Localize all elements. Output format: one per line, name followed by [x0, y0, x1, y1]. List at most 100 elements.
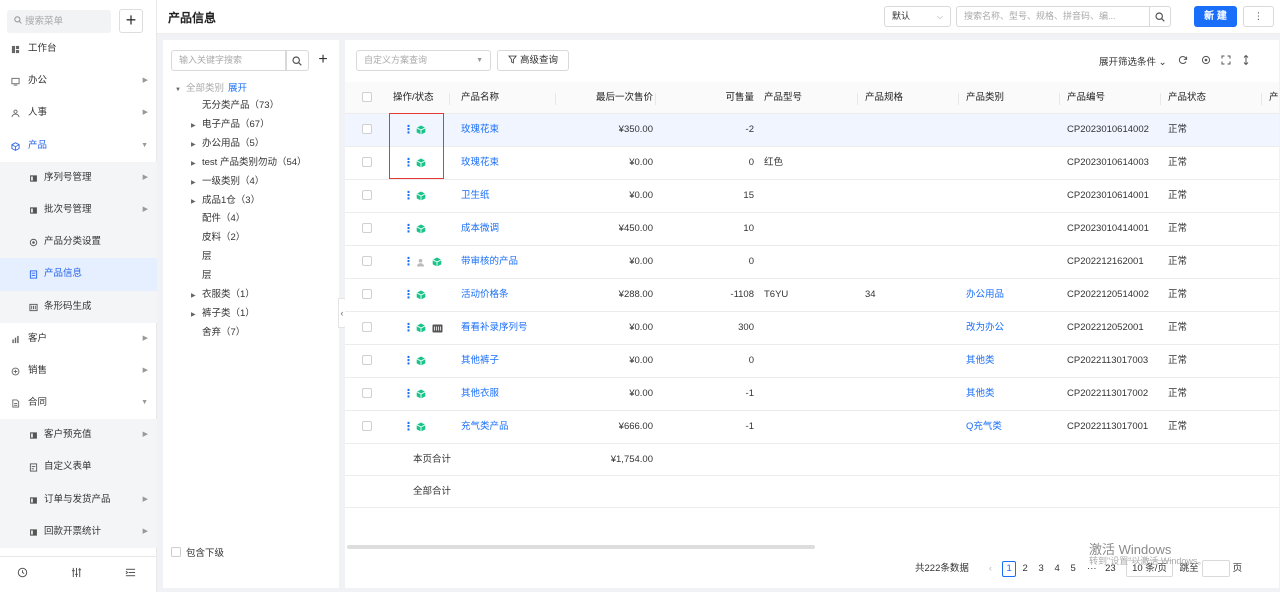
product-status-cube-icon[interactable]: [416, 125, 426, 135]
category-tree-root[interactable]: ▼ 全部类别 展开: [175, 80, 247, 98]
table-row[interactable]: ⋮ 成本微调 ¥450.00 10 CP2023010414001 正常: [345, 213, 1279, 246]
row-actions-menu-icon[interactable]: ⋮: [403, 180, 414, 212]
category-node[interactable]: 层: [191, 248, 212, 266]
page-button[interactable]: 2: [1018, 560, 1032, 578]
column-header[interactable]: 产品型号: [764, 82, 802, 113]
page-button[interactable]: 1: [1002, 561, 1017, 578]
column-divider[interactable]: [555, 93, 556, 105]
sidebar-item-5[interactable]: 批次号管理 ▶: [0, 193, 157, 227]
column-divider[interactable]: [655, 93, 656, 105]
table-row[interactable]: ⋮ 其他裤子 ¥0.00 0 其他类 CP2022113017003 正常: [345, 345, 1279, 378]
product-category-link[interactable]: Q充气类: [966, 411, 1002, 443]
column-divider[interactable]: [1059, 93, 1060, 105]
product-name-link[interactable]: 带审核的产品: [461, 246, 518, 278]
row-checkbox[interactable]: [362, 279, 372, 311]
category-node[interactable]: ▶ 电子产品（67）: [191, 116, 270, 134]
checkbox-box[interactable]: [362, 421, 372, 432]
sort-select[interactable]: 默认 ⌵: [884, 6, 951, 27]
product-status-cube-icon[interactable]: [416, 422, 426, 432]
sidebar-item-14[interactable]: 订单与发货产品 ▶: [0, 483, 157, 516]
fullscreen-icon[interactable]: [1221, 55, 1231, 65]
column-divider[interactable]: [449, 93, 450, 105]
table-row[interactable]: ⋮ 充气类产品 ¥666.00 -1 Q充气类 CP2022113017001 正常: [345, 411, 1279, 444]
sidebar-item-3[interactable]: 产品 ▼: [0, 130, 157, 162]
table-row[interactable]: ⋮ 活动价格条 ¥288.00 -1108 T6YU 34 办公用品 CP2022120514…: [345, 279, 1279, 312]
page-button[interactable]: 4: [1050, 560, 1064, 578]
sidebar-item-12[interactable]: 客户预充值 ▶: [0, 419, 157, 452]
category-node[interactable]: 层: [191, 267, 212, 285]
category-search-button[interactable]: [285, 50, 309, 71]
table-row[interactable]: ⋮ 看看补录序列号 ¥0.00 300 改为办公 CP202212052001 正常: [345, 312, 1279, 345]
more-actions-button[interactable]: ⋮: [1243, 6, 1274, 27]
page-button[interactable]: 5: [1066, 560, 1080, 578]
row-actions-menu-icon[interactable]: ⋮: [403, 279, 414, 311]
table-row[interactable]: ⋮ 带审核的产品 ¥0.00 0 CP202212162001 正常: [345, 246, 1279, 279]
product-name-link[interactable]: 其他裤子: [461, 345, 499, 377]
product-category-link[interactable]: 其他类: [966, 345, 995, 377]
checkbox-box[interactable]: [362, 289, 372, 300]
advanced-query-button[interactable]: 高级查询: [497, 50, 569, 71]
column-header[interactable]: 产品类别: [966, 82, 1004, 113]
select-all-checkbox[interactable]: [362, 82, 372, 113]
product-name-link[interactable]: 充气类产品: [461, 411, 509, 443]
menu-search-input[interactable]: 搜索菜单: [7, 10, 111, 33]
category-node[interactable]: ▶ 裤子类（1）: [191, 305, 255, 323]
row-actions-menu-icon[interactable]: ⋮: [403, 114, 414, 146]
checkbox-box[interactable]: [362, 190, 372, 201]
row-checkbox[interactable]: [362, 378, 372, 410]
prev-page-button[interactable]: ‹: [984, 560, 998, 578]
sidebar-item-9[interactable]: 客户 ▶: [0, 323, 157, 355]
caret-right-icon[interactable]: ▶: [191, 306, 202, 324]
checkbox-box[interactable]: [362, 256, 372, 267]
menu-add-button[interactable]: +: [119, 9, 143, 33]
serial-number-icon[interactable]: [432, 324, 443, 333]
row-actions-menu-icon[interactable]: ⋮: [403, 411, 414, 443]
product-search-button[interactable]: [1149, 6, 1171, 27]
table-row[interactable]: ⋮ 卫生纸 ¥0.00 15 CP2023010614001 正常: [345, 180, 1279, 213]
product-name-link[interactable]: 看看补录序列号: [461, 312, 528, 344]
product-name-link[interactable]: 玫瑰花束: [461, 147, 499, 179]
row-checkbox[interactable]: [362, 147, 372, 179]
product-category-link[interactable]: 办公用品: [966, 279, 1004, 311]
sliders-icon[interactable]: [71, 567, 82, 578]
row-actions-menu-icon[interactable]: ⋮: [403, 345, 414, 377]
column-header[interactable]: 操作/状态: [393, 82, 434, 113]
category-search-input[interactable]: 输入关键字搜索: [171, 50, 287, 71]
table-row[interactable]: ⋮ 玫瑰花束 ¥350.00 -2 CP2023010614002 正常: [345, 114, 1279, 147]
checkbox-box[interactable]: [362, 355, 372, 366]
checkbox-box[interactable]: [362, 223, 372, 234]
category-node[interactable]: 配件（4）: [191, 210, 245, 228]
product-status-cube-icon[interactable]: [416, 224, 426, 234]
sidebar-item-0[interactable]: 工作台: [0, 33, 157, 65]
product-status-cube-icon[interactable]: [416, 158, 426, 168]
row-density-icon[interactable]: [1241, 55, 1251, 65]
column-header[interactable]: 产品名称: [461, 82, 499, 113]
category-node[interactable]: ▶ 成品1仓（3）: [191, 192, 260, 210]
product-category-link[interactable]: 其他类: [966, 378, 995, 410]
category-node[interactable]: ▶ 办公用品（5）: [191, 135, 264, 153]
column-settings-icon[interactable]: [1201, 55, 1211, 65]
caret-right-icon[interactable]: ▶: [191, 155, 202, 173]
category-node[interactable]: ▶ test 产品类别勿动（54）: [191, 154, 307, 172]
row-checkbox[interactable]: [362, 213, 372, 245]
category-node[interactable]: ▶ 衣服类（1）: [191, 286, 255, 304]
product-status-cube-icon[interactable]: [416, 356, 426, 366]
caret-down-icon[interactable]: ▼: [175, 81, 186, 99]
column-header[interactable]: 产品规格: [865, 82, 903, 113]
row-checkbox[interactable]: [362, 246, 372, 278]
include-subcategories-checkbox[interactable]: 包含下级: [171, 547, 224, 559]
sidebar-item-1[interactable]: 办公 ▶: [0, 65, 157, 97]
category-node[interactable]: 舍弃（7）: [191, 324, 245, 342]
product-name-link[interactable]: 卫生纸: [461, 180, 490, 212]
scheme-query-select[interactable]: 自定义方案查询 ▼: [356, 50, 491, 71]
expand-filters-toggle[interactable]: 展开筛选条件 ⌄: [1099, 54, 1167, 68]
row-actions-menu-icon[interactable]: ⋮: [403, 312, 414, 344]
column-header[interactable]: 产品状态: [1168, 82, 1206, 113]
product-name-link[interactable]: 成本微调: [461, 213, 499, 245]
product-name-link[interactable]: 其他衣服: [461, 378, 499, 410]
row-actions-menu-icon[interactable]: ⋮: [403, 147, 414, 179]
horizontal-scrollbar[interactable]: [347, 545, 815, 549]
category-node[interactable]: ▶ 一级类别（4）: [191, 173, 264, 191]
menu-collapse-icon[interactable]: [125, 567, 136, 578]
row-actions-menu-icon[interactable]: ⋮: [403, 213, 414, 245]
